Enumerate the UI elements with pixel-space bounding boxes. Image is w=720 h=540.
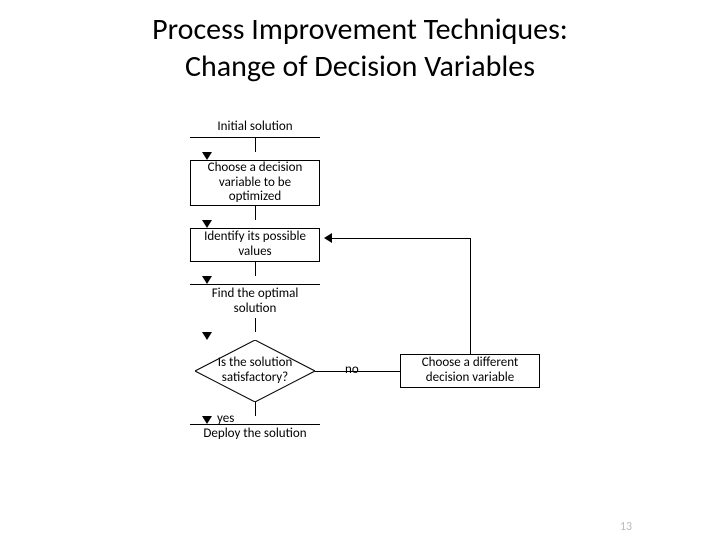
edge-label-no: no <box>345 362 359 377</box>
node-identify-values: Identify its possible values <box>190 228 320 262</box>
connector <box>255 262 256 276</box>
node-deploy-solution: Deploy the solution <box>190 424 320 444</box>
node-label: Choose a different decision variable <box>405 356 535 386</box>
connector <box>332 238 471 239</box>
node-label: Is the solution satisfactory? <box>195 356 315 386</box>
node-decision-satisfactory: Is the solution satisfactory? <box>195 340 315 402</box>
connector <box>315 371 400 372</box>
title-line-1: Process Improvement Techniques: <box>152 11 568 48</box>
connector <box>255 206 256 220</box>
connector <box>255 138 256 152</box>
node-choose-variable: Choose a decision variable to be optimiz… <box>190 160 320 206</box>
node-label: Initial solution <box>217 120 292 135</box>
arrow-down-icon <box>202 332 212 340</box>
title-line-2: Change of Decision Variables <box>185 48 535 85</box>
node-find-optimal: Find the optimal solution <box>190 284 320 318</box>
page-number: 13 <box>620 520 632 534</box>
arrow-down-icon <box>202 416 212 424</box>
connector <box>255 318 256 332</box>
node-label: Deploy the solution <box>203 427 306 442</box>
connector <box>470 238 471 354</box>
arrow-down-icon <box>202 276 212 284</box>
connector <box>255 402 256 416</box>
flowchart: Initial solution Choose a decision varia… <box>0 118 720 518</box>
node-initial-solution: Initial solution <box>190 118 320 138</box>
node-label: Choose a decision variable to be optimiz… <box>195 161 315 206</box>
arrow-down-icon <box>202 220 212 228</box>
node-label: Identify its possible values <box>195 230 315 260</box>
arrow-left-icon <box>324 233 332 243</box>
slide-title: Process Improvement Techniques: Change o… <box>0 0 720 85</box>
node-label: Find the optimal solution <box>194 287 316 317</box>
arrow-down-icon <box>202 152 212 160</box>
node-choose-different: Choose a different decision variable <box>400 354 540 388</box>
